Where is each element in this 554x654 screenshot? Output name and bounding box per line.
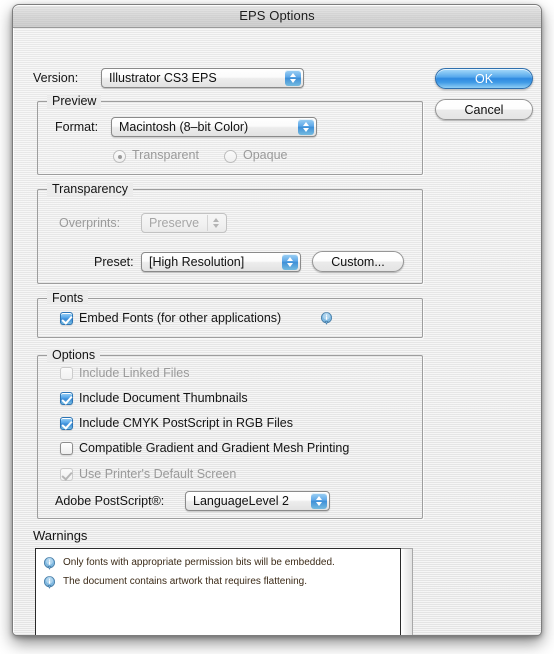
custom-button[interactable]: Custom... [312, 251, 404, 272]
postscript-label: Adobe PostScript®: [55, 494, 165, 508]
version-label: Version: [33, 71, 79, 85]
postscript-value: LanguageLevel 2 [193, 494, 289, 508]
radio-opaque[interactable] [224, 150, 237, 163]
dialog-body: Version: Illustrator CS3 EPS OK Cancel P… [13, 28, 541, 635]
warnings-title: Warnings [33, 528, 88, 543]
checkbox-include-cmyk-postscript-label: Include CMYK PostScript in RGB Files [79, 416, 293, 430]
chevron-updown-icon [311, 493, 327, 509]
checkbox-include-cmyk-postscript[interactable] [60, 417, 73, 430]
format-label: Format: [55, 120, 99, 134]
overprints-popup: Preserve [141, 213, 227, 233]
checkbox-include-document-thumbnails[interactable] [60, 392, 73, 405]
preview-format-value: Macintosh (8–bit Color) [119, 120, 249, 134]
preview-group-title: Preview [47, 94, 102, 108]
options-group-title: Options [47, 348, 101, 362]
radio-transparent[interactable] [113, 150, 126, 163]
checkbox-compatible-gradient[interactable] [60, 442, 73, 455]
chevron-updown-icon [298, 119, 314, 135]
postscript-popup[interactable]: LanguageLevel 2 [185, 491, 330, 511]
preset-popup[interactable]: [High Resolution] [141, 252, 301, 272]
preset-label: Preset: [94, 255, 134, 269]
warning-text: Only fonts with appropriate permission b… [63, 557, 335, 568]
cancel-button[interactable]: Cancel [435, 99, 533, 120]
warnings-list: Only fonts with appropriate permission b… [35, 548, 401, 635]
warning-text: The document contains artwork that requi… [63, 576, 308, 587]
info-icon[interactable] [320, 312, 333, 325]
eps-options-dialog: EPS Options Version: Illustrator CS3 EPS… [12, 4, 542, 636]
preview-group: Preview [37, 94, 423, 175]
checkbox-embed-fonts-label: Embed Fonts (for other applications) [79, 311, 282, 325]
fonts-group-title: Fonts [47, 291, 89, 305]
overprints-label: Overprints: [59, 216, 121, 230]
preview-format-popup[interactable]: Macintosh (8–bit Color) [111, 117, 317, 137]
transparency-group-title: Transparency [47, 182, 133, 196]
checkbox-embed-fonts[interactable] [60, 312, 73, 325]
checkbox-include-linked-files-label: Include Linked Files [79, 366, 190, 380]
checkbox-compatible-gradient-label: Compatible Gradient and Gradient Mesh Pr… [79, 441, 350, 455]
ok-button[interactable]: OK [435, 68, 533, 89]
chevron-updown-icon [282, 254, 298, 270]
radio-transparent-label: Transparent [132, 148, 199, 162]
info-icon [43, 576, 56, 589]
overprints-value: Preserve [149, 216, 200, 230]
version-popup-value: Illustrator CS3 EPS [109, 71, 217, 85]
info-icon [43, 557, 56, 570]
warning-item: The document contains artwork that requi… [36, 573, 400, 592]
title-bar[interactable]: EPS Options [13, 5, 541, 28]
preset-value: [High Resolution] [149, 255, 245, 269]
warnings-scrollbar[interactable] [401, 548, 413, 635]
checkbox-use-printers-default-screen-label: Use Printer's Default Screen [79, 467, 237, 481]
chevron-updown-icon [207, 215, 224, 231]
checkbox-use-printers-default-screen [60, 468, 73, 481]
window-title: EPS Options [239, 8, 315, 23]
version-popup[interactable]: Illustrator CS3 EPS [101, 68, 304, 88]
checkbox-include-linked-files [60, 367, 73, 380]
radio-opaque-label: Opaque [243, 148, 288, 162]
checkbox-include-document-thumbnails-label: Include Document Thumbnails [79, 391, 248, 405]
warning-item: Only fonts with appropriate permission b… [36, 554, 400, 573]
chevron-updown-icon [285, 70, 301, 86]
